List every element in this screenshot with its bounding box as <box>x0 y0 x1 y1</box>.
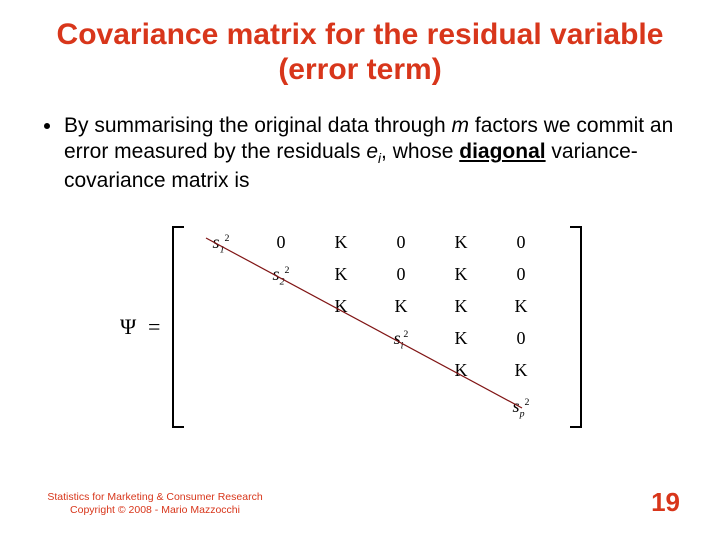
txt-mid2: , whose <box>381 140 459 163</box>
footer-source: Statistics for Marketing & Consumer Rese… <box>40 491 270 518</box>
txt-pre: By summarising the original data through <box>64 114 452 137</box>
bullet-text: By summarising the original data through… <box>64 113 680 194</box>
footer-line2: Copyright © 2008 - Mario Mazzocchi <box>40 504 270 518</box>
txt-diagonal: diagonal <box>459 140 545 163</box>
body-text: By summarising the original data through… <box>40 113 680 194</box>
symbol-psi: Ψ <box>120 314 136 340</box>
footer: Statistics for Marketing & Consumer Rese… <box>40 487 680 518</box>
var-m: m <box>452 114 470 137</box>
symbol-equals: = <box>148 314 160 340</box>
bracket-right <box>570 226 582 428</box>
var-e: e <box>366 140 378 163</box>
page-number: 19 <box>651 487 680 518</box>
diagonal-line <box>194 234 554 426</box>
footer-line1: Statistics for Marketing & Consumer Rese… <box>40 491 270 505</box>
bullet-item: By summarising the original data through… <box>40 113 680 194</box>
bullet-dot <box>44 123 50 129</box>
bracket-left <box>172 226 184 428</box>
matrix-equation: Ψ = s12 0 K 0 K 0 s22 K 0 K 0 K K K K si… <box>120 222 600 442</box>
slide-title: Covariance matrix for the residual varia… <box>40 18 680 87</box>
